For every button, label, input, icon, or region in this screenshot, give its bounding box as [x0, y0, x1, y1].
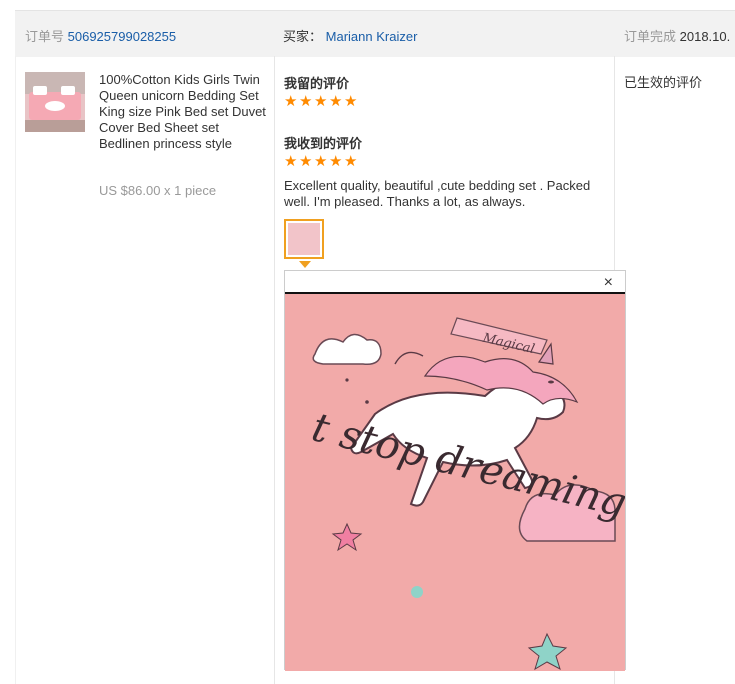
popup-pointer	[299, 261, 311, 268]
buyer-label: 买家：	[283, 29, 323, 44]
product-thumbnail-image	[25, 72, 85, 132]
column-divider-1	[274, 56, 275, 684]
order-number-label: 订单号	[25, 29, 65, 44]
order-number: 订单号 506925799028255	[25, 26, 176, 45]
star-icon: ★	[329, 153, 343, 170]
star-icon: ★	[284, 153, 298, 170]
page: 订单号 506925799028255 买家： Mariann Kraizer …	[0, 0, 735, 684]
close-icon[interactable]: ×	[604, 275, 613, 291]
star-icon: ★	[329, 93, 343, 110]
product-price: US $86.00 x 1 piece	[99, 183, 217, 198]
star-icon: ★	[299, 153, 313, 170]
order-header: 订单号 506925799028255 买家： Mariann Kraizer …	[15, 10, 735, 57]
star-icon: ★	[344, 93, 358, 110]
star-icon: ★	[314, 93, 328, 110]
review-photo-thumbnail-image	[288, 223, 320, 255]
review-photo-thumbnail[interactable]	[284, 219, 324, 259]
star-icon: ★	[299, 93, 313, 110]
product-thumbnail[interactable]	[25, 72, 85, 132]
order-completed-label: 订单完成	[624, 29, 677, 44]
my-review-heading: 我留的评价	[284, 76, 350, 91]
row-left-border	[15, 56, 16, 684]
buyer-name-link[interactable]: Mariann Kraizer	[326, 29, 418, 44]
review-status: 已生效的评价	[624, 75, 703, 90]
received-review-heading: 我收到的评价	[284, 136, 363, 151]
buyer: 买家： Mariann Kraizer	[283, 26, 417, 45]
order-completed: 订单完成 2018.10.	[624, 26, 730, 45]
my-review-stars: ★ ★ ★ ★ ★	[284, 93, 358, 110]
order-completed-date: 2018.10.	[679, 29, 731, 44]
star-icon: ★	[284, 93, 298, 110]
received-review-stars: ★ ★ ★ ★ ★	[284, 153, 358, 170]
star-icon: ★	[344, 153, 358, 170]
review-photo-large: Magical t stop dreaming	[285, 292, 625, 671]
received-review-text: Excellent quality, beautiful ,cute beddi…	[284, 178, 591, 209]
product-title-link[interactable]: 100%Cotton Kids Girls Twin Queen unicorn…	[99, 72, 269, 152]
order-number-link[interactable]: 506925799028255	[68, 29, 176, 44]
review-photo-popup: × Magical t stop dreaming	[284, 270, 626, 671]
unicorn-print-image: Magical t stop dreaming	[285, 294, 625, 671]
star-icon: ★	[314, 153, 328, 170]
